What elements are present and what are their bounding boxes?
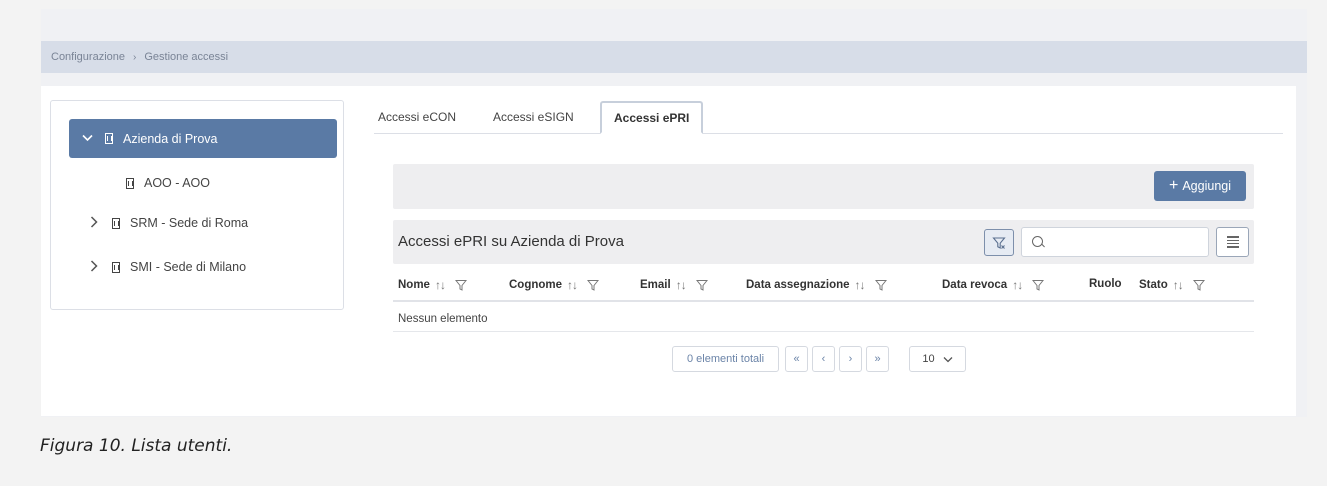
plus-icon: +: [1169, 177, 1179, 194]
search-field[interactable]: [1021, 227, 1209, 257]
tree-item-aoo[interactable]: AOO - AOO: [126, 173, 210, 193]
sort-icon[interactable]: ↑↓: [1173, 278, 1184, 292]
building-icon: [126, 177, 134, 189]
tree-item-label: SRM - Sede di Roma: [130, 216, 249, 230]
column-menu-button[interactable]: [1216, 227, 1249, 257]
tab-accessi-epri[interactable]: Accessi ePRI: [600, 101, 704, 134]
tree-item-label: AOO - AOO: [144, 176, 210, 190]
sort-icon[interactable]: ↑↓: [1012, 278, 1023, 292]
search-input[interactable]: [1050, 232, 1200, 252]
toolbar: [393, 164, 1254, 209]
tab-bar: Accessi eCON Accessi eSIGN Accessi ePRI: [374, 100, 1283, 134]
sort-icon[interactable]: ↑↓: [567, 278, 578, 292]
column-header-nome[interactable]: Nome ↑↓: [398, 278, 467, 292]
filter-icon[interactable]: [587, 279, 600, 291]
chevron-right-icon[interactable]: [88, 215, 100, 231]
tree-item-azienda-di-prova[interactable]: Azienda di Prova: [69, 119, 337, 158]
filter-clear-icon: [992, 236, 1006, 249]
table-column-headers: Nome ↑↓ Cognome ↑↓ Email ↑↓ Data assegnazio…: [393, 270, 1254, 302]
column-header-cognome[interactable]: Cognome ↑↓: [509, 278, 600, 292]
building-icon: [112, 217, 120, 229]
organization-tree: Azienda di Prova AOO - AOO SRM - Sede di…: [50, 100, 344, 310]
filter-icon[interactable]: [1192, 279, 1205, 291]
sort-icon[interactable]: ↑↓: [855, 278, 866, 292]
clear-filter-button[interactable]: [984, 229, 1014, 256]
pager-last-button[interactable]: »: [866, 346, 889, 372]
chevron-down-icon[interactable]: [81, 133, 93, 145]
breadcrumb-parent[interactable]: Configurazione: [51, 51, 125, 63]
tab-accessi-econ[interactable]: Accessi eCON: [368, 102, 466, 132]
page-size-select[interactable]: 10: [909, 346, 966, 372]
column-header-data-assegnazione[interactable]: Data assegnazione ↑↓: [746, 278, 887, 292]
sort-icon[interactable]: ↑↓: [676, 278, 687, 292]
pager-first-button[interactable]: «: [785, 346, 808, 372]
column-header-email[interactable]: Email ↑↓: [640, 278, 708, 292]
page-size-value: 10: [922, 353, 935, 365]
building-icon: [112, 261, 120, 273]
pager-prev-button[interactable]: ‹: [812, 346, 835, 372]
filter-icon[interactable]: [874, 279, 887, 291]
filter-icon[interactable]: [695, 279, 708, 291]
tree-item-label: SMI - Sede di Milano: [130, 260, 247, 274]
filter-icon[interactable]: [1032, 279, 1045, 291]
search-icon: [1032, 236, 1043, 247]
tree-item-label: Azienda di Prova: [123, 131, 218, 146]
breadcrumb: Configurazione › Gestione accessi: [41, 41, 1307, 73]
filter-icon[interactable]: [454, 279, 467, 291]
tree-item-smi[interactable]: SMI - Sede di Milano: [88, 257, 246, 277]
tab-accessi-esign[interactable]: Accessi eSIGN: [483, 102, 584, 132]
column-header-ruolo: Ruolo: [1089, 278, 1122, 290]
column-header-data-revoca[interactable]: Data revoca ↑↓: [942, 278, 1045, 292]
add-button[interactable]: + Aggiungi: [1154, 171, 1246, 201]
breadcrumb-current: Gestione accessi: [144, 51, 229, 63]
pager-total: 0 elementi totali: [672, 346, 779, 372]
pager-next-button[interactable]: ›: [839, 346, 862, 372]
column-header-stato[interactable]: Stato ↑↓: [1139, 278, 1205, 292]
empty-table-message: Nessun elemento: [393, 304, 1254, 332]
chevron-down-icon: [943, 356, 953, 362]
figure-caption: Figura 10. Lista utenti.: [40, 436, 233, 456]
building-icon: [105, 133, 113, 144]
breadcrumb-separator: ›: [133, 51, 137, 63]
chevron-right-icon[interactable]: [88, 259, 100, 275]
tree-item-srm[interactable]: SRM - Sede di Roma: [88, 213, 248, 233]
sort-icon[interactable]: ↑↓: [435, 278, 446, 292]
table-title: Accessi ePRI su Azienda di Prova: [398, 233, 624, 250]
add-button-label: Aggiungi: [1182, 179, 1231, 193]
